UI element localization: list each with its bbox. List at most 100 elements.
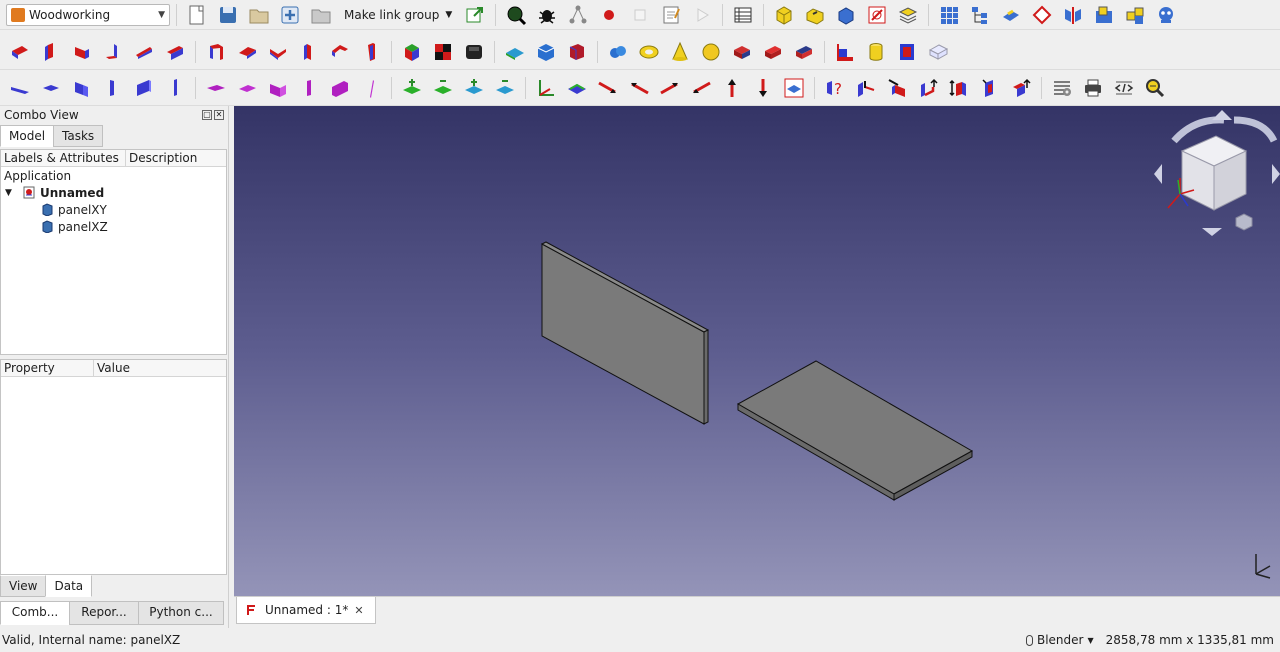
arrow-left-down-button[interactable] xyxy=(687,74,715,102)
cube-button[interactable] xyxy=(770,1,798,29)
tab-python-console[interactable]: Python c... xyxy=(138,601,224,625)
help-button[interactable]: ? xyxy=(821,74,849,102)
select-face-button[interactable] xyxy=(780,74,808,102)
resize-1-button[interactable] xyxy=(6,74,34,102)
panel-copy-2-button[interactable] xyxy=(233,38,261,66)
spreadsheet-button[interactable] xyxy=(729,1,757,29)
frame-button[interactable] xyxy=(893,38,921,66)
run-macro-button[interactable] xyxy=(688,1,716,29)
navigation-cube[interactable] xyxy=(1154,110,1280,236)
tree-item-panelxy[interactable]: panelXY xyxy=(1,201,226,218)
tab-tasks[interactable]: Tasks xyxy=(53,125,104,147)
panel-copy-6-button[interactable] xyxy=(357,38,385,66)
torus-button[interactable] xyxy=(635,38,663,66)
panel-tool-button[interactable] xyxy=(997,1,1025,29)
dowel-button[interactable] xyxy=(604,38,632,66)
debug-button[interactable] xyxy=(533,1,561,29)
transparent-box-button[interactable] xyxy=(924,38,952,66)
plane-align-button[interactable] xyxy=(563,74,591,102)
grid-button[interactable] xyxy=(935,1,963,29)
panel-copy-4-button[interactable] xyxy=(295,38,323,66)
arrow-right-up-button[interactable] xyxy=(656,74,684,102)
workbench-selector[interactable]: Woodworking ▼ xyxy=(6,3,170,26)
tab-report-view[interactable]: Repor... xyxy=(69,601,139,625)
panel-xy-shape[interactable] xyxy=(540,241,710,425)
document-tab-unnamed[interactable]: Unnamed : 1* ✕ xyxy=(236,597,376,624)
folder-button[interactable] xyxy=(307,1,335,29)
make-link-group-dropdown[interactable]: Make link group ▼ xyxy=(338,8,458,22)
move-up-button[interactable] xyxy=(398,74,426,102)
navigation-style-selector[interactable]: Blender ▼ xyxy=(1025,633,1094,647)
import-button[interactable] xyxy=(276,1,304,29)
resize-2-button[interactable] xyxy=(37,74,65,102)
move-down-button[interactable] xyxy=(429,74,457,102)
resize-5-button[interactable] xyxy=(130,74,158,102)
panel-default-yz-button[interactable] xyxy=(37,38,65,66)
color-cube-button[interactable] xyxy=(398,38,426,66)
macro-inspector-button[interactable] xyxy=(502,1,530,29)
edit-macro-button[interactable] xyxy=(657,1,685,29)
link-export-button[interactable] xyxy=(461,1,489,29)
magic-panel-button[interactable] xyxy=(1121,1,1149,29)
checker-button[interactable] xyxy=(429,38,457,66)
layers-button[interactable] xyxy=(894,1,922,29)
tab-model[interactable]: Model xyxy=(0,125,55,147)
sphere-button[interactable] xyxy=(697,38,725,66)
axis-button[interactable] xyxy=(532,74,560,102)
resize-3-button[interactable] xyxy=(68,74,96,102)
shape-5-button[interactable] xyxy=(326,74,354,102)
record-macro-button[interactable] xyxy=(595,1,623,29)
tree-item-panelxz[interactable]: panelXZ xyxy=(1,218,226,235)
magic-cut-button[interactable] xyxy=(976,74,1004,102)
panel-copy-1-button[interactable] xyxy=(202,38,230,66)
fusion-button[interactable] xyxy=(801,1,829,29)
tree-structure-button[interactable] xyxy=(966,1,994,29)
measure-button[interactable] xyxy=(1141,74,1169,102)
shape-4-button[interactable] xyxy=(295,74,323,102)
arrow-right-down-button[interactable] xyxy=(594,74,622,102)
shape-6-button[interactable] xyxy=(357,74,385,102)
panel-xz-shape[interactable] xyxy=(736,360,974,501)
new-document-button[interactable] xyxy=(183,1,211,29)
tab-data[interactable]: Data xyxy=(45,575,93,597)
plane-button[interactable] xyxy=(501,38,529,66)
tree-header-labels[interactable]: Labels & Attributes xyxy=(1,150,126,166)
black-box-button[interactable] xyxy=(460,38,488,66)
sketch-button[interactable] xyxy=(863,1,891,29)
magic-copy-button[interactable] xyxy=(883,74,911,102)
tree-document-unnamed[interactable]: ▼ Unnamed xyxy=(1,184,226,201)
resize-4-button[interactable] xyxy=(99,74,127,102)
property-header-name[interactable]: Property xyxy=(1,360,94,376)
move-back-button[interactable] xyxy=(491,74,519,102)
corner-button[interactable] xyxy=(831,38,859,66)
blue-part-button[interactable] xyxy=(832,1,860,29)
panel-copy-3-button[interactable] xyxy=(264,38,292,66)
cone-button[interactable] xyxy=(666,38,694,66)
chip-button[interactable] xyxy=(790,38,818,66)
blue-box-button[interactable] xyxy=(532,38,560,66)
red-block-button[interactable] xyxy=(759,38,787,66)
red-prism-button[interactable] xyxy=(563,38,591,66)
magic-move-button[interactable] xyxy=(852,74,880,102)
arrow-up-button[interactable] xyxy=(718,74,746,102)
red-cuboid-button[interactable] xyxy=(728,38,756,66)
collapse-arrow-icon[interactable]: ▼ xyxy=(5,188,19,198)
save-button[interactable] xyxy=(245,1,273,29)
cylinder-button[interactable] xyxy=(862,38,890,66)
3d-viewport[interactable] xyxy=(234,106,1280,596)
tab-view[interactable]: View xyxy=(0,575,47,597)
shape-1-button[interactable] xyxy=(202,74,230,102)
panel-default-xy-button[interactable] xyxy=(6,38,34,66)
dependency-graph-button[interactable] xyxy=(564,1,592,29)
magic-resize-button[interactable] xyxy=(945,74,973,102)
tab-combo-view[interactable]: Comb... xyxy=(0,601,70,625)
magic-angle-button[interactable] xyxy=(914,74,942,102)
close-tab-icon[interactable]: ✕ xyxy=(354,604,363,617)
shape-3-button[interactable] xyxy=(264,74,292,102)
open-document-button[interactable] xyxy=(214,1,242,29)
tree-root-application[interactable]: Application xyxy=(1,167,226,184)
mirror-button[interactable] xyxy=(1059,1,1087,29)
fill-space-button[interactable] xyxy=(1090,1,1118,29)
property-header-value[interactable]: Value xyxy=(94,360,226,376)
report-button[interactable] xyxy=(1079,74,1107,102)
